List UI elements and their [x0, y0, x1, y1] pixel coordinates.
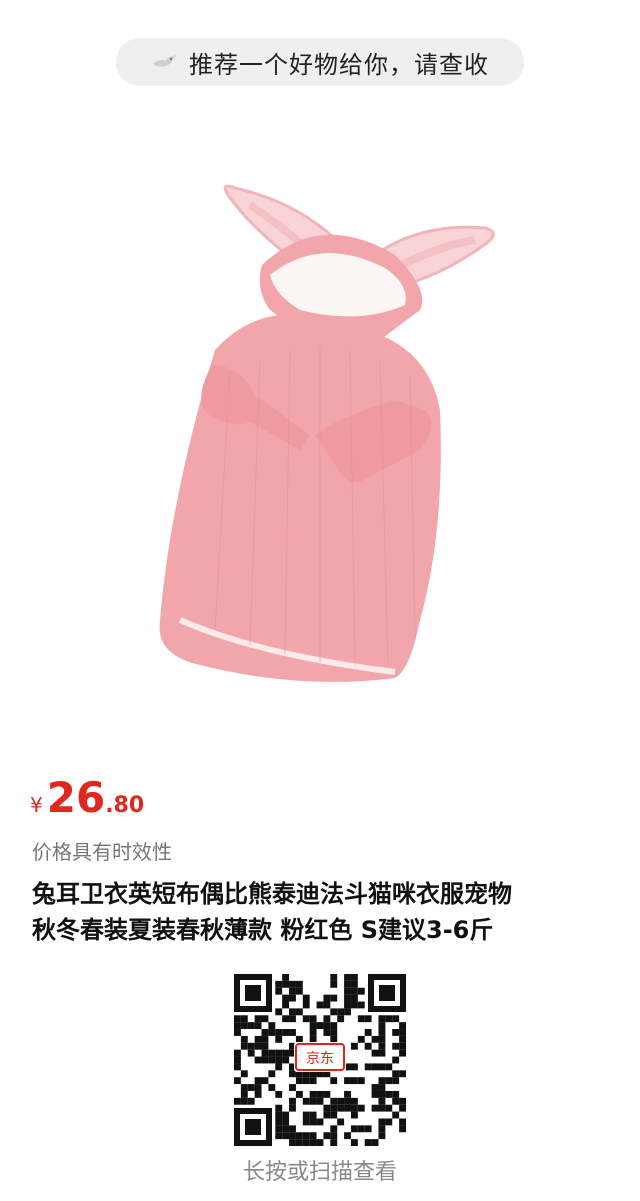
- qr-code[interactable]: 京东: [234, 974, 406, 1146]
- bird-icon: [153, 55, 177, 67]
- banner-text: 推荐一个好物给你，请查收: [189, 50, 489, 79]
- product-image[interactable]: [0, 150, 640, 750]
- product-title-line: 秋冬春装夏装春秋薄款 粉红色 S建议3-6斤: [32, 916, 494, 944]
- price-note: 价格具有时效性: [32, 840, 172, 864]
- price-integer: 26: [46, 773, 106, 822]
- qr-center-label: 京东: [306, 1051, 334, 1067]
- scan-hint: 长按或扫描查看: [242, 1160, 397, 1185]
- product-title-line: 兔耳卫衣英短布偶比熊泰迪法斗猫咪衣服宠物: [32, 880, 512, 908]
- share-banner: 推荐一个好物给你，请查收: [116, 38, 524, 86]
- price-currency: ¥: [30, 793, 43, 817]
- price-decimal: .80: [105, 793, 145, 818]
- price: ¥ 26 .80: [30, 774, 144, 822]
- product-title[interactable]: 兔耳卫衣英短布偶比熊泰迪法斗猫咪衣服宠物 秋冬春装夏装春秋薄款 粉红色 S建议3…: [32, 876, 622, 948]
